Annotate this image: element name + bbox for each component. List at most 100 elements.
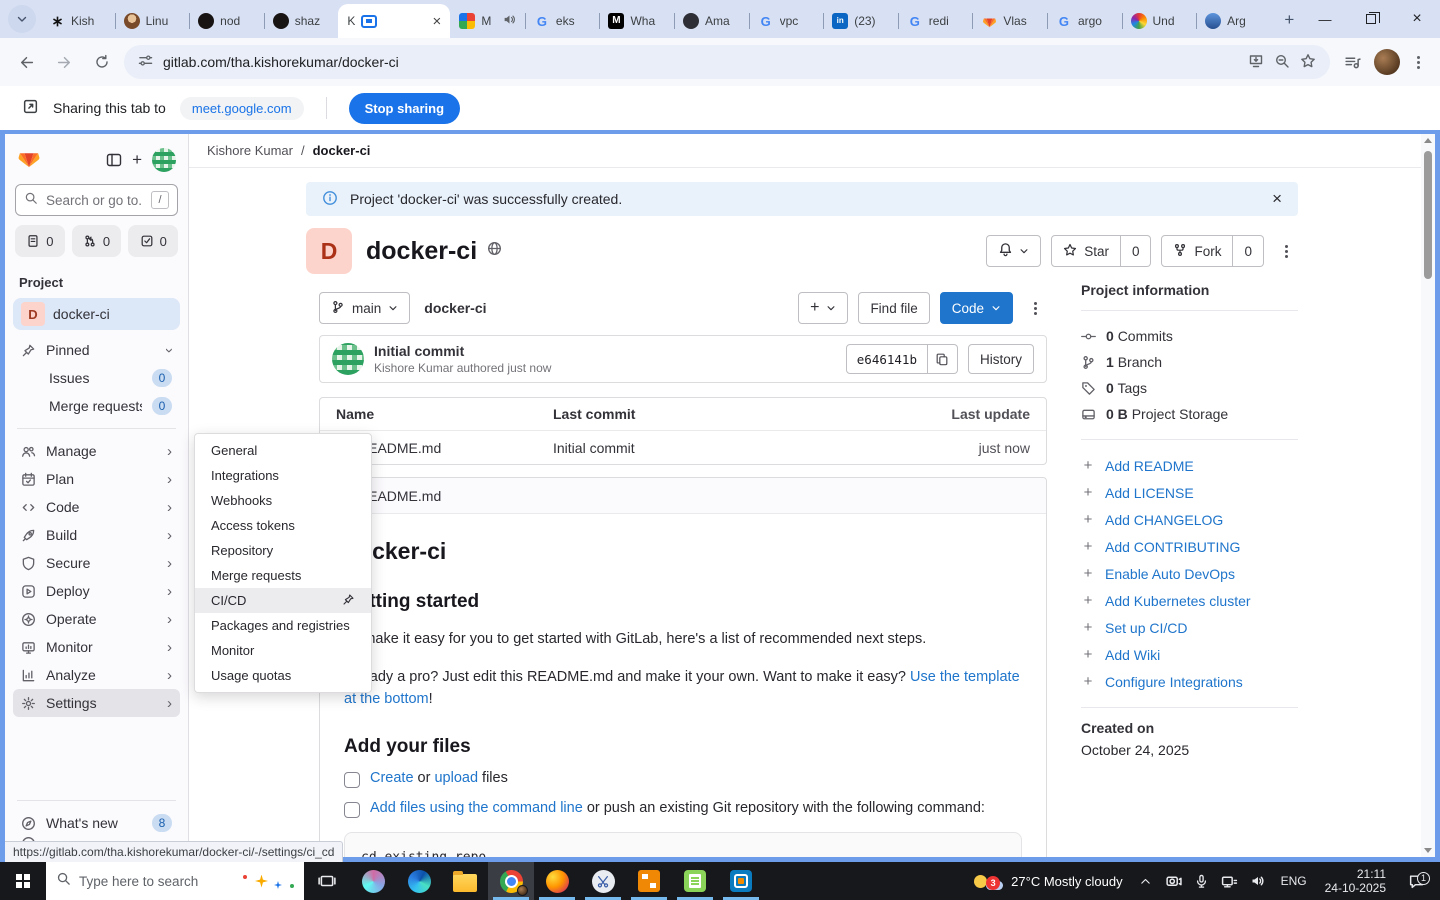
browser-tab-meet[interactable]: M (450, 4, 525, 38)
browser-tab-eks[interactable]: G eks (525, 4, 600, 38)
install-app-icon[interactable] (1248, 53, 1264, 72)
tab-search-button[interactable] (8, 5, 36, 33)
sidebar-item-manage[interactable]: Manage › (13, 437, 180, 465)
sidebar-item-operate[interactable]: Operate › (13, 605, 180, 633)
storage-stat[interactable]: 0 B Project Storage (1081, 401, 1298, 427)
merge-requests-counter[interactable]: 0 (72, 225, 122, 257)
create-new-icon[interactable]: + (132, 150, 142, 170)
pin-icon[interactable] (342, 593, 355, 609)
sidebar-item-secure[interactable]: Secure › (13, 549, 180, 577)
browser-tab-redi[interactable]: G redi (898, 4, 973, 38)
sidebar-item-issues[interactable]: Issues 0 (13, 364, 180, 392)
bookmark-star-icon[interactable] (1300, 53, 1316, 72)
action-center-button[interactable]: 1 (1396, 873, 1436, 890)
add-license-link[interactable]: +Add LICENSE (1081, 479, 1298, 506)
taskbar-search-input[interactable] (79, 874, 235, 889)
start-button[interactable] (0, 862, 46, 900)
sidebar-item-project-docker-ci[interactable]: D docker-ci (13, 298, 180, 330)
link-label[interactable]: Enable Auto DevOps (1105, 566, 1235, 582)
set-up-ci-cd-link[interactable]: +Set up CI/CD (1081, 614, 1298, 641)
sharing-target[interactable]: meet.google.com (180, 97, 304, 120)
scroll-down-arrow[interactable] (1424, 848, 1432, 853)
taskbar-app-notepadpp[interactable] (672, 862, 718, 900)
menu-item-access-tokens[interactable]: Access tokens (195, 513, 371, 538)
browser-tab-node[interactable]: nod (189, 4, 264, 38)
commits-stat[interactable]: 0 Commits (1081, 323, 1298, 349)
todos-counter[interactable]: 0 (128, 225, 178, 257)
add-readme-link[interactable]: +Add README (1081, 452, 1298, 479)
browser-tab-argo[interactable]: G argo (1047, 4, 1122, 38)
tab-audio-icon[interactable] (503, 13, 516, 29)
scrollbar-thumb[interactable] (1424, 151, 1432, 279)
link-label[interactable]: Add LICENSE (1105, 485, 1194, 501)
taskbar-search[interactable] (46, 862, 304, 900)
link-label[interactable]: Set up CI/CD (1105, 620, 1187, 636)
checkbox[interactable] (344, 802, 360, 818)
sidebar-item-build[interactable]: Build › (13, 521, 180, 549)
taskbar-app-edge[interactable] (396, 862, 442, 900)
add-kubernetes-cluster-link[interactable]: +Add Kubernetes cluster (1081, 587, 1298, 614)
menu-item-packages-and-registries[interactable]: Packages and registries (195, 613, 371, 638)
browser-scrollbar[interactable] (1421, 134, 1435, 857)
breadcrumb-parent[interactable]: Kishore Kumar (207, 143, 293, 158)
sidebar-item-analyze[interactable]: Analyze › (13, 661, 180, 689)
taskbar-app-snipping-tool[interactable] (580, 862, 626, 900)
window-maximize-button[interactable] (1348, 0, 1394, 38)
browser-menu-button[interactable] (1406, 56, 1430, 69)
menu-item-usage-quotas[interactable]: Usage quotas (195, 663, 371, 688)
media-queue-icon[interactable] (1336, 46, 1368, 78)
link-label[interactable]: Add CONTRIBUTING (1105, 539, 1240, 555)
add-wiki-link[interactable]: +Add Wiki (1081, 641, 1298, 668)
command-line-link[interactable]: Add files using the command line (370, 800, 583, 816)
menu-item-merge-requests[interactable]: Merge requests (195, 563, 371, 588)
project-actions-menu-button[interactable] (1274, 245, 1298, 258)
browser-tab-und[interactable]: Und (1122, 4, 1197, 38)
branch-selector[interactable]: main (319, 292, 410, 324)
history-button[interactable]: History (968, 344, 1034, 374)
issues-counter[interactable]: 0 (15, 225, 65, 257)
zoom-out-icon[interactable] (1274, 53, 1290, 72)
browser-tab-shaz[interactable]: shaz (264, 4, 339, 38)
taskbar-clock[interactable]: 21:11 24-10-2025 (1317, 867, 1394, 895)
tray-expand-chevron[interactable] (1133, 875, 1159, 888)
browser-tab-linkedin[interactable]: in (23) (823, 4, 898, 38)
stop-sharing-button[interactable]: Stop sharing (349, 93, 460, 124)
browser-tab-active[interactable]: K × (338, 4, 450, 38)
language-indicator[interactable]: ENG (1273, 874, 1315, 888)
sidebar-item-whats-new[interactable]: What's new 8 (13, 809, 180, 837)
tags-stat[interactable]: 0 Tags (1081, 375, 1298, 401)
window-close-button[interactable]: × (1394, 0, 1440, 38)
new-tab-button[interactable]: + (1277, 7, 1302, 33)
branches-stat[interactable]: 1 Branch (1081, 349, 1298, 375)
forward-button[interactable] (48, 46, 80, 78)
task-view-button[interactable] (304, 862, 350, 900)
configure-integrations-link[interactable]: +Configure Integrations (1081, 668, 1298, 695)
browser-profile-avatar[interactable] (1374, 49, 1400, 75)
menu-item-general[interactable]: General (195, 438, 371, 463)
sidebar-item-monitor[interactable]: Monitor › (13, 633, 180, 661)
gitlab-logo[interactable] (17, 146, 41, 175)
link-label[interactable]: Add README (1105, 458, 1194, 474)
table-row[interactable]: README.md Initial commit just now (320, 431, 1046, 464)
microphone-tray-icon[interactable] (1189, 874, 1215, 889)
sidebar-item-settings[interactable]: Settings › (13, 689, 180, 717)
menu-item-repository[interactable]: Repository (195, 538, 371, 563)
sidebar-item-plan[interactable]: Plan › (13, 465, 180, 493)
breadcrumb-current[interactable]: docker-ci (313, 143, 371, 158)
commit-title[interactable]: Initial commit (374, 343, 551, 359)
add-contributing-link[interactable]: +Add CONTRIBUTING (1081, 533, 1298, 560)
menu-item-ci-cd[interactable]: CI/CD (195, 588, 371, 613)
create-link[interactable]: Create (370, 770, 414, 786)
scroll-up-arrow[interactable] (1424, 138, 1432, 143)
network-tray-icon[interactable] (1217, 873, 1243, 890)
user-avatar[interactable] (152, 148, 176, 172)
commit-author-avatar[interactable] (332, 343, 364, 375)
taskbar-app-drawio[interactable] (626, 862, 672, 900)
row-last-commit[interactable]: Initial commit (553, 440, 920, 456)
sidebar-item-deploy[interactable]: Deploy › (13, 577, 180, 605)
fork-button[interactable]: Fork (1161, 235, 1233, 267)
browser-tab-linu[interactable]: Linu (115, 4, 190, 38)
menu-item-webhooks[interactable]: Webhooks (195, 488, 371, 513)
readme-file-header[interactable]: README.md (320, 478, 1046, 514)
url-text[interactable]: gitlab.com/tha.kishorekumar/docker-ci (163, 54, 1238, 70)
